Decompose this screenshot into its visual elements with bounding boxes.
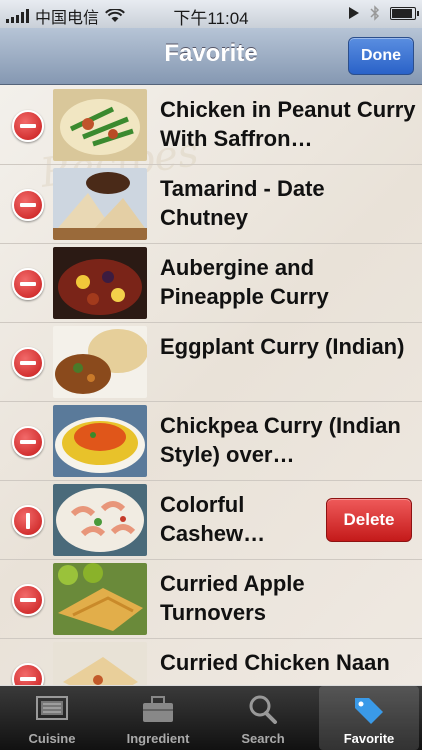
list-item[interactable]: Aubergine and Pineapple Curry [0,243,422,323]
tab-search[interactable]: Search [213,686,313,750]
bluetooth-icon [370,5,380,21]
delete-control-icon[interactable] [12,663,44,685]
delete-control-icon[interactable] [12,110,44,142]
tab-cuisine[interactable]: Cuisine [2,686,102,750]
delete-control-icon[interactable] [12,189,44,221]
tab-label: Search [241,731,285,746]
list-item[interactable]: Colorful Cashew… Delete [0,480,422,560]
status-bar: 中国电信 下午11:04 [0,0,422,28]
recipe-title: Chicken in Peanut Curry With Saffron… [160,97,416,151]
tab-favorite[interactable]: Favorite [319,686,419,750]
recipe-thumbnail [53,326,147,398]
list-item[interactable]: Eggplant Curry (Indian) [0,322,422,402]
briefcase-icon [143,696,173,722]
list-item[interactable]: Chickpea Curry (Indian Style) over… [0,401,422,481]
recipe-title: Chickpea Curry (Indian Style) over… [160,413,401,467]
delete-control-icon[interactable] [12,347,44,379]
tab-label: Favorite [343,731,395,746]
tab-label: Cuisine [28,731,76,746]
recipe-title: Curried Apple Turnovers [160,571,305,625]
cuisine-icon [36,696,68,720]
recipe-thumbnail [53,168,147,240]
status-right [348,5,419,21]
recipe-thumbnail [53,484,147,556]
delete-control-icon[interactable] [12,426,44,458]
done-button[interactable]: Done [348,37,414,75]
list-item[interactable]: Curried Chicken Naan [0,638,422,685]
recipe-thumbnail [53,642,147,685]
delete-confirm-icon[interactable] [12,505,44,537]
tab-label: Ingredient [126,731,190,746]
recipe-title: Tamarind - Date Chutney [160,176,325,230]
recipe-title: Eggplant Curry (Indian) [160,334,405,359]
battery-icon [390,6,419,20]
recipe-thumbnail [53,247,147,319]
recipe-thumbnail [53,89,147,161]
search-icon [249,695,277,724]
delete-control-icon[interactable] [12,584,44,616]
delete-button[interactable]: Delete [326,498,412,542]
play-icon [349,7,359,19]
tab-bar: Cuisine Ingredient Search Favorite [0,686,422,750]
favorites-list[interactable]: Recipes Chicken in Peanut Curry With Saf… [0,85,422,685]
tab-ingredient[interactable]: Ingredient [108,686,208,750]
recipe-title: Curried Chicken Naan [160,650,390,675]
list-item[interactable]: Curried Apple Turnovers [0,559,422,639]
tag-icon [355,698,383,724]
recipe-title: Aubergine and Pineapple Curry [160,255,329,309]
list-item[interactable]: Chicken in Peanut Curry With Saffron… [0,85,422,165]
navigation-bar: Favorite Done [0,28,422,85]
list-item[interactable]: Tamarind - Date Chutney [0,164,422,244]
delete-control-icon[interactable] [12,268,44,300]
recipe-title: Colorful Cashew… [160,492,266,546]
recipe-thumbnail [53,405,147,477]
recipe-thumbnail [53,563,147,635]
